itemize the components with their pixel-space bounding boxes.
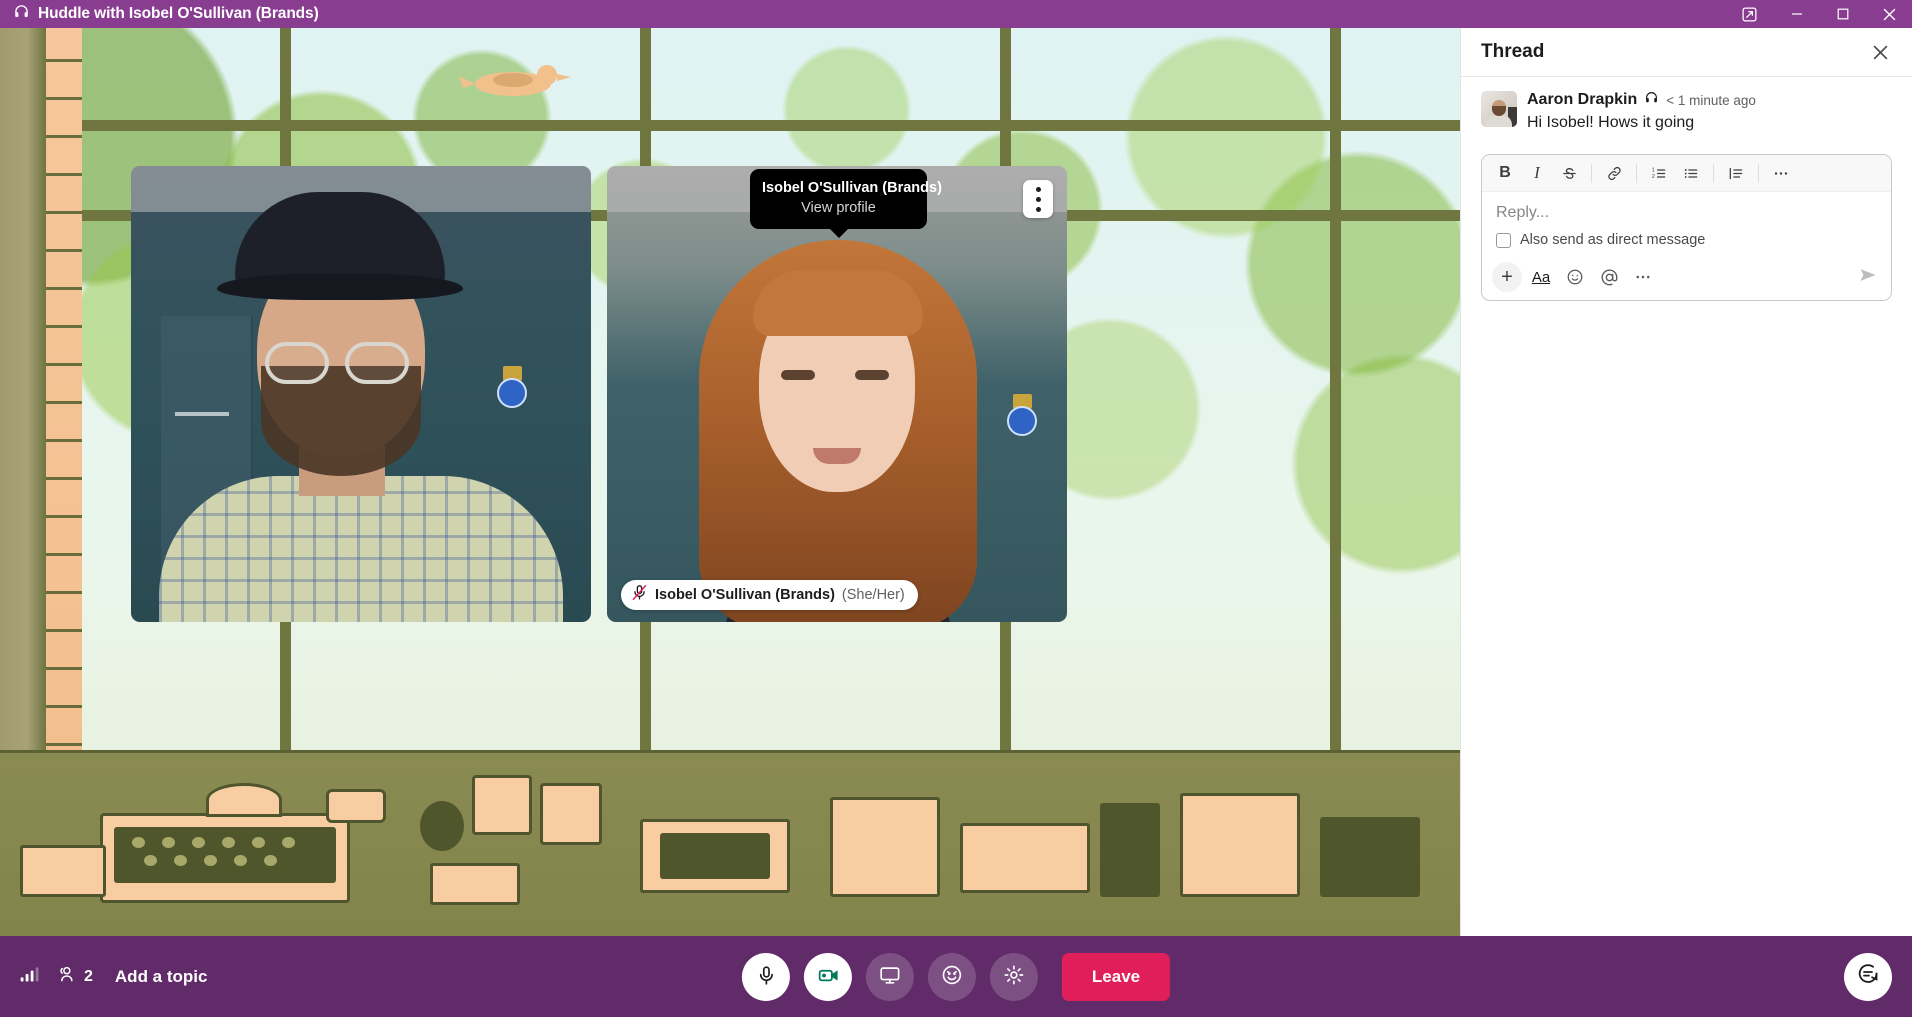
message-author[interactable]: Aaron Drapkin <box>1527 91 1637 109</box>
control-bar-right <box>1844 936 1892 1017</box>
composer-actions: + Aa <box>1482 258 1891 300</box>
reaction-button[interactable] <box>927 952 976 1001</box>
huddle-stage: Isobel O'Sullivan (Brands) (She/Her) Iso… <box>0 28 1460 936</box>
participant-tiles: Isobel O'Sullivan (Brands) (She/Her) <box>0 28 1460 936</box>
avatar[interactable] <box>1481 91 1517 127</box>
message-meta: Aaron Drapkin < 1 minute ago <box>1527 91 1892 109</box>
composer-toolbar: B I 1 2 <box>1482 155 1891 192</box>
add-topic-button[interactable]: Add a topic <box>115 967 208 987</box>
dot <box>1035 206 1041 212</box>
close-button[interactable] <box>1866 0 1912 28</box>
person-eye-left <box>781 370 815 380</box>
toolbar-divider <box>1758 163 1759 183</box>
control-bar-left: 2 Add a topic <box>18 936 207 1017</box>
video-camera-icon <box>816 965 839 989</box>
dot <box>1035 196 1041 202</box>
person-shirt <box>159 476 563 622</box>
send-icon[interactable] <box>1857 265 1879 290</box>
leave-button[interactable]: Leave <box>1061 952 1171 1001</box>
close-icon[interactable] <box>1867 39 1893 65</box>
screen-share-button[interactable] <box>865 952 914 1001</box>
participant-name-badge: Isobel O'Sullivan (Brands) (She/Her) <box>621 580 918 610</box>
people-icon <box>54 964 78 989</box>
participant-pronouns: (She/Her) <box>841 587 905 603</box>
huddle-control-bar: 2 Add a topic Leave <box>0 936 1912 1017</box>
popout-icon[interactable] <box>1724 0 1774 28</box>
bold-button[interactable]: B <box>1490 159 1520 187</box>
settings-button[interactable] <box>989 952 1038 1001</box>
window-title: Huddle with Isobel O'Sullivan (Brands) <box>38 5 319 22</box>
participant-name: Isobel O'Sullivan (Brands) <box>655 587 835 603</box>
dot <box>1035 186 1041 192</box>
maximize-button[interactable] <box>1820 0 1866 28</box>
screen-icon <box>879 964 901 989</box>
tile-more-options-button[interactable] <box>1023 180 1053 218</box>
ordered-list-icon[interactable]: 1 2 <box>1644 159 1674 187</box>
title-bar-left: Huddle with Isobel O'Sullivan (Brands) <box>0 4 319 24</box>
signal-bars-icon[interactable] <box>18 964 40 989</box>
wall-plaque <box>497 366 527 410</box>
svg-text:1: 1 <box>1652 167 1655 173</box>
control-bar-center: Leave <box>741 936 1171 1017</box>
message-timestamp: < 1 minute ago <box>1666 92 1756 108</box>
strikethrough-button[interactable] <box>1554 159 1584 187</box>
reply-input[interactable]: Reply... <box>1482 192 1891 228</box>
mic-muted-icon <box>631 584 648 606</box>
thread-message: Aaron Drapkin < 1 minute ago Hi Isobel! … <box>1461 77 1912 140</box>
profile-tooltip: Isobel O'Sullivan (Brands) View profile <box>750 169 942 229</box>
also-send-label: Also send as direct message <box>1520 232 1706 248</box>
chat-thread-button[interactable] <box>1844 952 1892 1001</box>
person-fringe <box>753 270 923 336</box>
headphones-icon <box>1644 91 1659 109</box>
emoji-icon[interactable] <box>1560 262 1590 292</box>
person-hat-brim <box>217 274 463 300</box>
person-eye-right <box>855 370 889 380</box>
toolbar-divider <box>1713 163 1714 183</box>
toolbar-divider <box>1591 163 1592 183</box>
person-glasses-right <box>345 342 409 384</box>
message-text: Hi Isobel! Hows it going <box>1527 114 1695 131</box>
svg-text:2: 2 <box>1652 173 1655 179</box>
video-button[interactable] <box>803 952 852 1001</box>
minimize-button[interactable] <box>1774 0 1820 28</box>
also-send-as-dm-row[interactable]: Also send as direct message <box>1482 228 1891 258</box>
blockquote-icon[interactable] <box>1721 159 1751 187</box>
thread-title: Thread <box>1481 41 1545 62</box>
formatting-button[interactable]: Aa <box>1526 262 1556 292</box>
tooltip-name: Isobel O'Sullivan (Brands) <box>762 180 942 196</box>
also-send-checkbox[interactable] <box>1496 232 1511 248</box>
attach-button[interactable]: + <box>1492 262 1522 292</box>
gear-icon <box>1003 964 1025 989</box>
chat-bubble-icon <box>1856 962 1880 991</box>
thread-panel: Thread Aaron Drapkin < 1 minute ago Hi I… <box>1460 28 1912 936</box>
more-actions-icon[interactable] <box>1628 262 1658 292</box>
toolbar-divider <box>1636 163 1637 183</box>
italic-button[interactable]: I <box>1522 159 1552 187</box>
wall-plaque <box>1007 394 1037 438</box>
person-glasses-left <box>265 342 329 384</box>
at-icon[interactable] <box>1594 262 1624 292</box>
thread-header: Thread <box>1461 28 1912 77</box>
more-formatting-icon[interactable] <box>1766 159 1796 187</box>
participant-tile-self[interactable] <box>131 166 591 622</box>
bulleted-list-icon[interactable] <box>1676 159 1706 187</box>
microphone-icon <box>755 965 776 989</box>
tooltip-action[interactable]: View profile <box>762 198 915 218</box>
message-body: Aaron Drapkin < 1 minute ago Hi Isobel! … <box>1527 91 1892 134</box>
participants-indicator[interactable]: 2 <box>54 964 93 989</box>
participant-count: 2 <box>84 967 93 985</box>
headphones-icon <box>13 4 30 24</box>
reply-composer: B I 1 2 Reply... Also send as direct mes… <box>1481 154 1892 301</box>
smiley-icon <box>941 964 963 989</box>
mic-button[interactable] <box>741 952 790 1001</box>
link-icon[interactable] <box>1599 159 1629 187</box>
video-feed-self <box>131 166 591 622</box>
title-bar: Huddle with Isobel O'Sullivan (Brands) <box>0 0 1912 28</box>
